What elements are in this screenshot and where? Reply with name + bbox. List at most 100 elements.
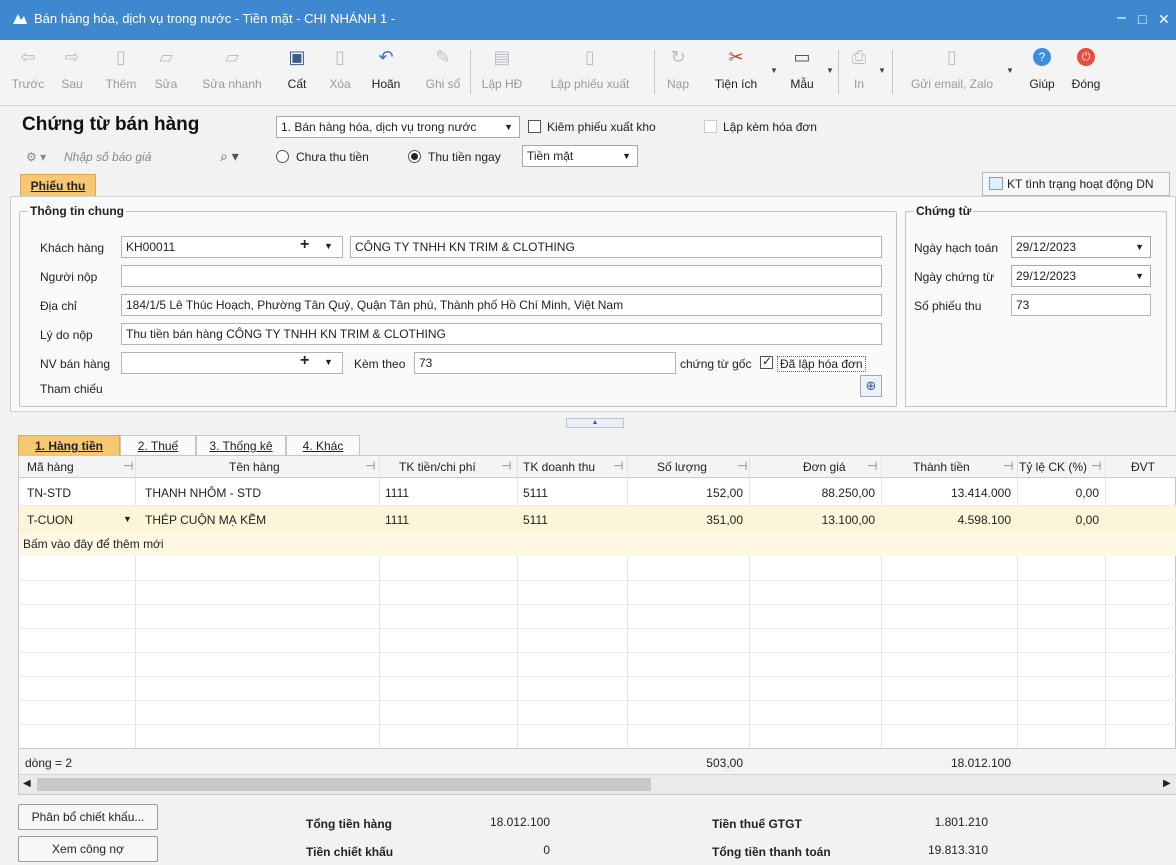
col-amount[interactable]: Thành tiền [913,460,970,474]
cell-cash-account[interactable]: 1111 [385,513,409,527]
post-button[interactable]: ✎ Ghi sổ [418,46,468,100]
close-button[interactable]: ⏻ Đóng [1066,46,1106,100]
cell-item-code[interactable]: T-CUON [27,513,73,527]
col-quantity[interactable]: Số lượng [657,460,707,474]
col-unit-price[interactable]: Đơn giá [803,460,846,474]
chevron-down-icon[interactable]: ▼ [123,514,132,524]
col-unit[interactable]: ĐVT [1131,460,1155,474]
col-revenue-account[interactable]: TK doanh thu [523,460,595,474]
template-button[interactable]: ▭ Mẫu [782,46,822,100]
utilities-button[interactable]: ✂ Tiện ích [706,46,766,100]
paid-now-radio[interactable] [408,150,421,163]
help-button[interactable]: ? Giúp [1022,46,1062,100]
export-warehouse-checkbox[interactable] [528,120,541,133]
send-email-zalo-button[interactable]: ▯ Gửi email, Zalo [900,46,1004,100]
close-window-button[interactable]: ✕ [1158,11,1170,28]
gear-icon[interactable]: ⚙ ▾ [26,150,46,164]
cell-cash-account[interactable]: 1111 [385,486,409,500]
attach-invoice-checkbox[interactable] [704,120,717,133]
utilities-dropdown-icon[interactable]: ▼ [770,66,778,75]
cell-discount-rate[interactable]: 0,00 [1023,486,1099,500]
accounting-date-field[interactable]: 29/12/2023 ▼ [1011,236,1151,258]
cell-quantity[interactable]: 152,00 [633,486,743,500]
table-row[interactable]: T-CUON ▼ THÉP CUỘN MẠ KẼM 1111 5111 351,… [19,506,1176,532]
create-invoice-button[interactable]: ▤ Lập HĐ [478,46,526,100]
pin-icon[interactable]: ⊣ [613,459,623,473]
tab-other[interactable]: 4. Khác [286,435,360,456]
col-item-code[interactable]: Mã hàng [27,460,74,474]
voucher-type-select[interactable]: 1. Bán hàng hóa, dịch vụ trong nước ▼ [276,116,520,138]
cell-unit-price[interactable]: 13.100,00 [755,513,875,527]
scroll-right-icon[interactable]: ▶ [1163,778,1171,789]
horizontal-scrollbar[interactable]: ◀ ▶ [19,774,1176,794]
receipt-number-field[interactable]: 73 [1011,294,1151,316]
undo-button[interactable]: ↶ Hoãn [366,46,406,100]
tab-tax[interactable]: 2. Thuế [120,435,196,456]
customer-dropdown-icon[interactable]: ▼ [324,241,333,251]
edit-button[interactable]: ▱ Sửa [146,46,186,100]
back-button[interactable]: ⇦ Trước [8,46,48,100]
pin-icon[interactable]: ⊣ [1003,459,1013,473]
quick-edit-button[interactable]: ▱ Sửa nhanh [198,46,266,100]
search-icon[interactable]: ⌕ ▾ [220,148,239,165]
kt-status-button[interactable]: KT tình trạng hoạt động DN [982,172,1170,196]
add-new-link[interactable]: Bấm vào đây để thêm mới [23,537,164,551]
col-item-name[interactable]: Tên hàng [229,460,280,474]
add-customer-icon[interactable]: + [300,236,309,254]
unpaid-radio[interactable] [276,150,289,163]
cell-amount[interactable]: 13.414.000 [887,486,1011,500]
print-button[interactable]: ⎙ In [842,46,876,100]
view-debt-button[interactable]: Xem công nợ [18,836,158,862]
cell-quantity[interactable]: 351,00 [633,513,743,527]
add-new-row[interactable]: Bấm vào đây để thêm mới [19,532,1176,556]
col-discount-rate[interactable]: Tỷ lệ CK (%) [1019,460,1087,474]
save-button[interactable]: ▣ Cất [280,46,314,100]
cell-amount[interactable]: 4.598.100 [887,513,1011,527]
customer-code-field[interactable]: KH00011 [121,236,343,258]
next-button[interactable]: ⇨ Sau [52,46,92,100]
cell-revenue-account[interactable]: 5111 [523,486,548,500]
add-staff-icon[interactable]: + [300,352,309,370]
customer-name-field[interactable]: CÔNG TY TNHH KN TRIM & CLOTHING [350,236,882,258]
allocate-discount-button[interactable]: Phân bổ chiết khấu... [18,804,158,830]
scroll-left-icon[interactable]: ◀ [23,778,31,789]
tab-receipt[interactable]: Phiếu thu [20,174,96,198]
print-dropdown-icon[interactable]: ▼ [878,66,886,75]
maximize-button[interactable]: □ [1138,11,1146,27]
table-row[interactable]: TN-STD THANH NHÔM - STD 1111 5111 152,00… [19,479,1176,505]
pin-icon[interactable]: ⊣ [501,459,511,473]
cell-unit-price[interactable]: 88.250,00 [755,486,875,500]
pin-icon[interactable]: ⊣ [867,459,877,473]
minimize-button[interactable]: – [1117,9,1126,27]
sales-staff-field[interactable] [121,352,343,374]
add-button[interactable]: ▯ Thêm [96,46,146,100]
invoiced-checkbox[interactable]: ✓ [760,354,773,369]
zoom-in-icon[interactable]: ⊕ [860,375,882,397]
cell-item-name[interactable]: THÉP CUỘN MẠ KẼM [145,513,266,527]
create-export-button[interactable]: ▯ Lập phiếu xuất [534,46,646,100]
load-button[interactable]: ↻ Nạp [660,46,696,100]
pin-icon[interactable]: ⊣ [1091,459,1101,473]
pin-icon[interactable]: ⊣ [123,459,133,473]
collapse-handle[interactable]: ▲ [566,418,624,428]
send-dropdown-icon[interactable]: ▼ [1006,66,1014,75]
address-field[interactable]: 184/1/5 Lê Thúc Hoạch, Phường Tân Quý, Q… [121,294,882,316]
scrollbar-thumb[interactable] [37,778,651,791]
cell-discount-rate[interactable]: 0,00 [1023,513,1099,527]
quote-search-input[interactable]: Nhập số báo giá [64,150,151,164]
col-cash-account[interactable]: TK tiền/chi phí [399,460,476,474]
staff-dropdown-icon[interactable]: ▼ [324,357,333,367]
cell-revenue-account[interactable]: 5111 [523,513,548,527]
tab-goods-money[interactable]: 1. Hàng tiền [18,435,120,456]
payer-field[interactable] [121,265,882,287]
attach-field[interactable]: 73 [414,352,676,374]
payment-method-select[interactable]: Tiền mặt ▼ [522,145,638,167]
cell-item-code[interactable]: TN-STD [27,486,71,500]
pin-icon[interactable]: ⊣ [737,459,747,473]
document-date-field[interactable]: 29/12/2023 ▼ [1011,265,1151,287]
pin-icon[interactable]: ⊣ [365,459,375,473]
cell-item-name[interactable]: THANH NHÔM - STD [145,486,261,500]
delete-button[interactable]: ▯ Xóa [322,46,358,100]
tab-statistics[interactable]: 3. Thống kê [196,435,286,456]
template-dropdown-icon[interactable]: ▼ [826,66,834,75]
